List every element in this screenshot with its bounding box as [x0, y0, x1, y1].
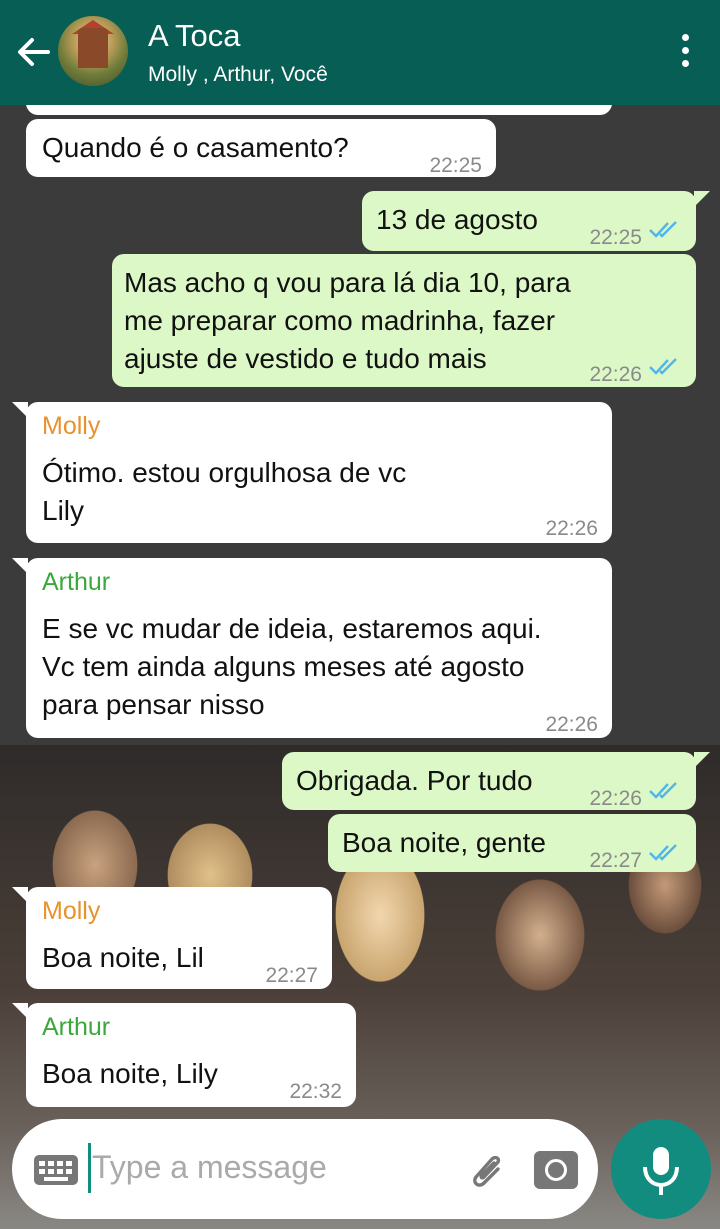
message-bubble[interactable]: Obrigada. Por tudo 22:26 — [282, 752, 710, 810]
double-check-icon — [649, 358, 677, 375]
message-bubble[interactable]: Boa noite, gente 22:27 — [328, 814, 696, 872]
message-time: 22:26 — [589, 787, 642, 810]
keyboard-icon[interactable] — [34, 1155, 78, 1185]
message-input-bar[interactable]: Type a message — [12, 1119, 598, 1219]
chat-title[interactable]: A Toca — [148, 18, 241, 54]
sender-name: Molly — [42, 412, 101, 440]
message-line: Mas acho q vou para lá dia 10, para — [124, 267, 571, 298]
message-time: 22:25 — [589, 226, 642, 249]
double-check-icon — [649, 782, 677, 799]
message-line: E se vc mudar de ideia, estaremos aqui. — [42, 613, 542, 644]
attach-icon[interactable] — [468, 1147, 508, 1191]
message-time: 22:26 — [589, 363, 642, 386]
message-line: me preparar como madrinha, fazer — [124, 305, 556, 336]
message-line: Ótimo. estou orgulhosa de vc — [42, 457, 407, 488]
message-time: 22:32 — [289, 1080, 342, 1103]
message-text: Boa noite, Lil — [42, 942, 204, 973]
sender-name: Molly — [42, 897, 101, 925]
message-line: Lily — [42, 495, 85, 526]
message-bubble[interactable]: Mas acho q vou para lá dia 10, para me p… — [112, 254, 696, 387]
message-bubble[interactable]: Arthur E se vc mudar de ideia, estaremos… — [12, 558, 612, 738]
message-line: para pensar nisso — [42, 689, 265, 720]
message-time: 22:27 — [265, 964, 318, 987]
message-text: 13 de agosto — [376, 204, 538, 235]
mic-button[interactable] — [611, 1119, 711, 1219]
more-vert-icon[interactable] — [682, 34, 690, 70]
message-text: Boa noite, Lily — [42, 1058, 218, 1089]
mic-icon — [643, 1147, 679, 1195]
message-bubble[interactable]: Quando é o casamento? 22:25 — [26, 119, 496, 177]
message-time: 22:26 — [545, 517, 598, 540]
message-line: Vc tem ainda alguns meses até agosto — [42, 651, 525, 682]
text-cursor — [88, 1143, 91, 1193]
double-check-icon — [649, 221, 677, 238]
chat-participants[interactable]: Molly , Arthur, Você — [148, 63, 328, 87]
message-bubble[interactable]: Molly Boa noite, Lil 22:27 — [12, 887, 332, 989]
message-bubble[interactable]: 13 de agosto 22:25 — [362, 191, 710, 251]
chat-header: A Toca Molly , Arthur, Você — [0, 0, 720, 105]
group-avatar[interactable] — [58, 16, 128, 86]
message-time: 22:25 — [429, 154, 482, 177]
message-text: Obrigada. Por tudo — [296, 765, 533, 796]
message-list[interactable]: Quando é o casamento? 22:25 13 de agosto… — [0, 105, 720, 1229]
message-text: Quando é o casamento? — [42, 132, 349, 163]
sender-name: Arthur — [42, 1013, 111, 1041]
message-bubble-partial — [26, 105, 612, 115]
double-check-icon — [649, 844, 677, 861]
message-input[interactable]: Type a message — [92, 1149, 327, 1186]
sender-name: Arthur — [42, 568, 111, 596]
camera-icon[interactable] — [534, 1151, 578, 1189]
back-arrow-icon[interactable] — [14, 32, 54, 72]
message-bubble[interactable]: Molly Ótimo. estou orgulhosa de vc Lily … — [12, 402, 612, 543]
message-time: 22:27 — [589, 849, 642, 872]
message-text: Boa noite, gente — [342, 827, 546, 858]
message-time: 22:26 — [545, 713, 598, 736]
message-bubble[interactable]: Arthur Boa noite, Lily 22:32 — [12, 1003, 356, 1107]
